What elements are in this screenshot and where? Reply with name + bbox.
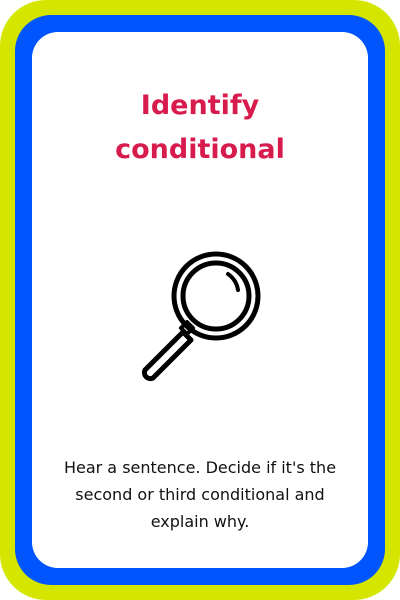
card-title-line-1: Identify (140, 90, 260, 121)
magnifying-glass-icon (130, 250, 270, 390)
card-title-line-2: conditional (115, 134, 285, 165)
card-title: Identify conditional (0, 84, 400, 172)
card-description: Hear a sentence. Decide if it's the seco… (63, 458, 337, 531)
